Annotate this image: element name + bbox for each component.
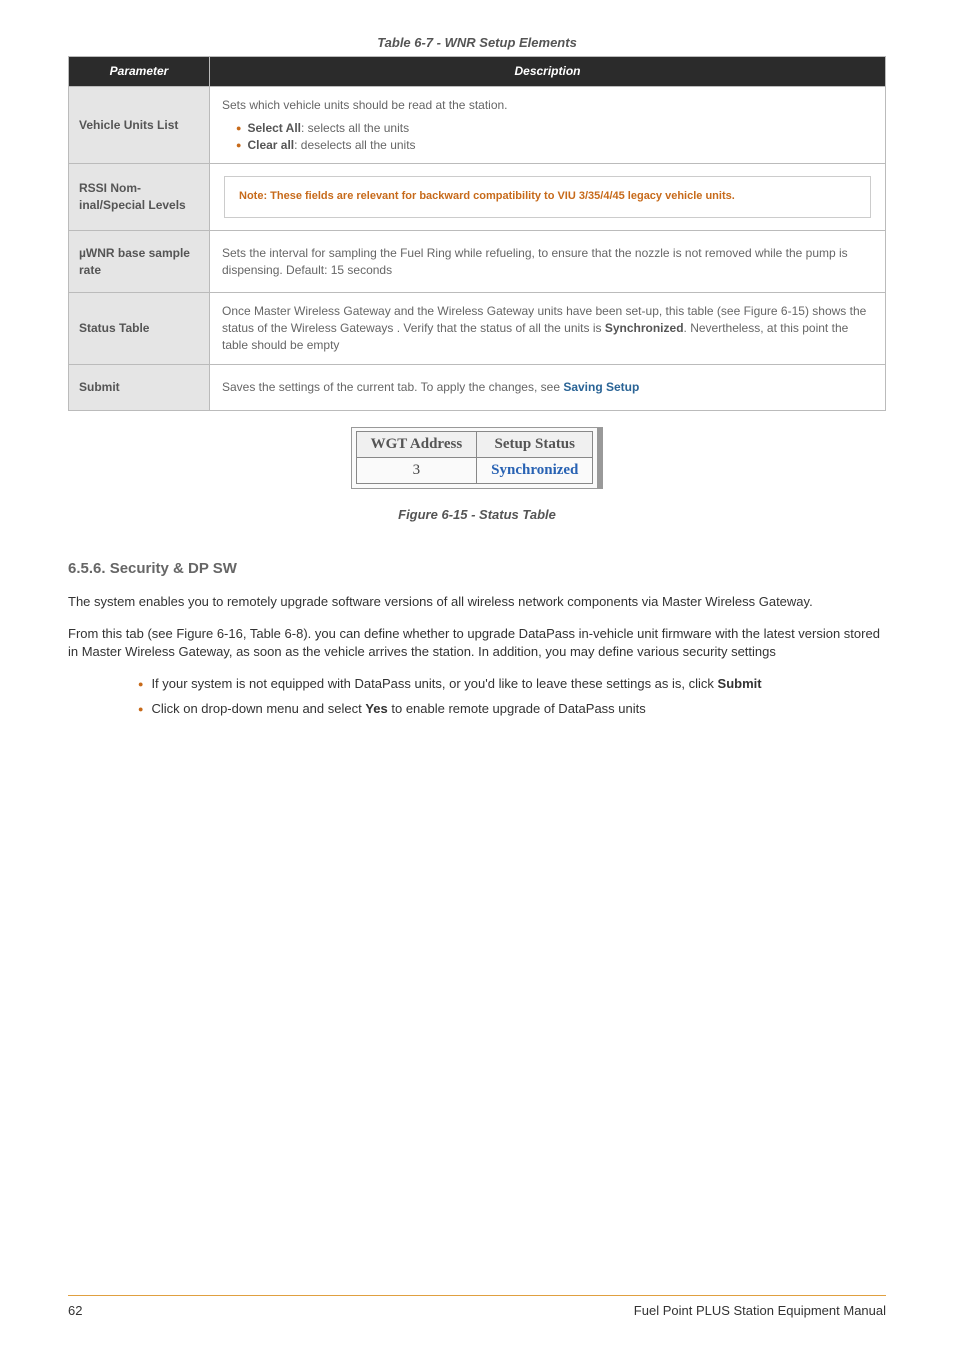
col-header-description: Description bbox=[210, 57, 886, 87]
param-rssi-levels: RSSI Nom­inal/Special Levels bbox=[69, 164, 210, 230]
param-submit: Submit bbox=[69, 364, 210, 410]
bold-text: Yes bbox=[365, 701, 387, 716]
desc-rssi-levels: Note: These fields are relevant for back… bbox=[210, 164, 886, 230]
page-footer: 62 Fuel Point PLUS Station Equipment Man… bbox=[68, 1295, 886, 1320]
list-item: Click on drop-down menu and select Yes t… bbox=[138, 700, 886, 718]
list-item: Clear all: deselects all the units bbox=[236, 137, 873, 154]
text: Saves the settings of the current tab. T… bbox=[222, 380, 563, 394]
note-box: Note: These fields are relevant for back… bbox=[224, 176, 871, 217]
param-uwnr-base-rate: µWNR base sample rate bbox=[69, 230, 210, 293]
bold-text: Submit bbox=[718, 676, 762, 691]
desc-status-table: Once Master Wireless Gateway and the Wir… bbox=[210, 293, 886, 364]
desc-uwnr-base-rate: Sets the interval for sampling the Fuel … bbox=[210, 230, 886, 293]
setup-status-value: Synchronized bbox=[477, 457, 593, 483]
desc-submit: Saves the settings of the current tab. T… bbox=[210, 364, 886, 410]
text: Click on drop-down menu and select bbox=[151, 701, 365, 716]
table-row: RSSI Nom­inal/Special Levels Note: These… bbox=[69, 164, 886, 230]
paragraph: The system enables you to remotely upgra… bbox=[68, 593, 886, 611]
param-vehicle-units-list: Vehicle Units List bbox=[69, 86, 210, 163]
text: : selects all the units bbox=[301, 121, 409, 135]
bullet-list: If your system is not equipped with Data… bbox=[68, 675, 886, 717]
table-row: Status Table Once Master Wireless Gatewa… bbox=[69, 293, 886, 364]
status-figure: WGT Address Setup Status 3 Synchronized bbox=[68, 427, 886, 494]
section-body: The system enables you to remotely upgra… bbox=[68, 593, 886, 718]
param-status-table: Status Table bbox=[69, 293, 210, 364]
bold-text: Select All bbox=[247, 121, 301, 135]
status-table: WGT Address Setup Status 3 Synchronized bbox=[356, 431, 594, 484]
table-row: µWNR base sample rate Sets the interval … bbox=[69, 230, 886, 293]
col-header-setup-status: Setup Status bbox=[477, 431, 593, 457]
wnr-setup-table: Parameter Description Vehicle Units List… bbox=[68, 56, 886, 410]
list-item: Select All: selects all the units bbox=[236, 120, 873, 137]
wgt-address-value: 3 bbox=[356, 457, 477, 483]
footer-title: Fuel Point PLUS Station Equipment Manual bbox=[634, 1302, 886, 1320]
saving-setup-link[interactable]: Saving Setup bbox=[563, 380, 639, 394]
table-row: Vehicle Units List Sets which vehicle un… bbox=[69, 86, 886, 163]
table-row: Submit Saves the settings of the current… bbox=[69, 364, 886, 410]
text: to enable remote upgrade of DataPass uni… bbox=[388, 701, 646, 716]
col-header-wgt-address: WGT Address bbox=[356, 431, 477, 457]
page: Table 6-7 - WNR Setup Elements Parameter… bbox=[0, 0, 954, 1350]
figure-caption: Figure 6-15 - Status Table bbox=[68, 506, 886, 524]
section-heading: 6.5.6. Security & DP SW bbox=[68, 558, 886, 579]
bold-text: Clear all bbox=[247, 138, 294, 152]
text: If your system is not equipped with Data… bbox=[151, 676, 717, 691]
bold-text: Synchronized bbox=[605, 321, 684, 335]
text: : deselects all the units bbox=[294, 138, 415, 152]
list-item: If your system is not equipped with Data… bbox=[138, 675, 886, 693]
status-header-row: WGT Address Setup Status bbox=[356, 431, 593, 457]
status-data-row: 3 Synchronized bbox=[356, 457, 593, 483]
desc-text: Sets which vehicle units should be read … bbox=[222, 97, 873, 114]
table-header-row: Parameter Description bbox=[69, 57, 886, 87]
page-number: 62 bbox=[68, 1302, 82, 1320]
status-table-frame: WGT Address Setup Status 3 Synchronized bbox=[351, 427, 604, 489]
col-header-parameter: Parameter bbox=[69, 57, 210, 87]
desc-vehicle-units-list: Sets which vehicle units should be read … bbox=[210, 86, 886, 163]
table-title: Table 6-7 - WNR Setup Elements bbox=[68, 34, 886, 52]
paragraph: From this tab (see Figure 6-16, Table 6-… bbox=[68, 625, 886, 661]
